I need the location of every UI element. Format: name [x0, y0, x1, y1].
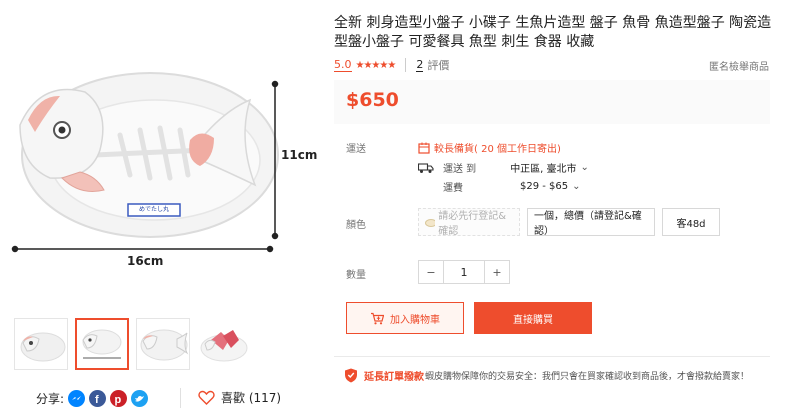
product-title: 全新 刺身造型小盤子 小碟子 生魚片造型 盤子 魚骨 魚造型盤子 陶瓷造型盤小盤… [334, 15, 772, 50]
share-label: 分享: [36, 391, 65, 406]
product-price: $650 [346, 89, 399, 111]
thumbnail-2[interactable] [75, 318, 129, 370]
buy-now-button[interactable]: 直接購買 [474, 302, 592, 334]
report-product-link[interactable]: 匿名檢舉商品 [709, 58, 769, 73]
thumbnail-4-image [200, 330, 248, 362]
main-product-image[interactable]: めでたし丸 16cm 11cm [0, 0, 318, 310]
review-count[interactable]: 2 [416, 58, 424, 72]
quantity-label: 數量 [346, 270, 366, 281]
messenger-glyph [72, 395, 82, 400]
rating-divider [405, 58, 407, 72]
cart-icon [371, 312, 384, 324]
guarantee-badge[interactable]: 延長訂單撥款 [344, 368, 424, 383]
messenger-icon[interactable] [68, 389, 86, 407]
variant-option-2[interactable]: 一個，總價（請登記&確認） [527, 208, 655, 237]
section-divider [334, 356, 770, 357]
ship-to-row: 運送 到 中正區, 臺北市 ⌄ [418, 160, 589, 175]
quantity-increase-button[interactable]: + [485, 261, 509, 283]
thumbnail-1-image [20, 332, 66, 362]
buy-now-label: 直接購買 [513, 314, 553, 326]
twitter-glyph [135, 395, 145, 402]
ship-to-label: 運送 到 [443, 164, 477, 175]
twitter-icon[interactable] [131, 389, 149, 407]
shipping-fee-label: 運費 [443, 183, 463, 194]
thumbnail-3-image [140, 329, 189, 361]
shipping-label: 運送 [346, 144, 366, 155]
facebook-icon[interactable]: f [89, 389, 107, 407]
plate-label-text: めでたし丸 [138, 206, 169, 213]
variant-option-3[interactable]: 客48d [662, 208, 720, 236]
quantity-input[interactable]: 1 [443, 261, 485, 283]
thumbnail-3[interactable] [136, 318, 190, 370]
shield-icon [345, 368, 357, 383]
ship-location-select[interactable]: 中正區, 臺北市 [510, 160, 576, 175]
like-count: 喜歡 (117) [221, 390, 282, 405]
like-button[interactable]: 喜歡 (117) [198, 387, 281, 407]
shipping-fee-value[interactable]: $29 - $65 [520, 181, 568, 192]
quantity-decrease-button[interactable]: − [419, 261, 443, 283]
pinterest-icon[interactable]: p [110, 389, 128, 407]
facebook-glyph: f [95, 394, 99, 406]
pinterest-glyph: p [115, 394, 122, 406]
dimension-width-label: 16cm [127, 254, 164, 268]
variant-option-2-label: 一個，總價（請登記&確認） [534, 211, 642, 237]
price-section: $650 [334, 80, 770, 124]
rating-row: 5.0 ★★★★★ 2 評價 匿名檢舉商品 [334, 57, 769, 73]
preorder-text: 較長備貨( 20 個工作日寄出) [434, 144, 561, 155]
review-label: 評價 [427, 59, 450, 72]
svg-text:f: f [95, 394, 99, 406]
variant-option-1-label: 請必先行登記&確認 [438, 211, 507, 237]
svg-text:p: p [115, 394, 122, 406]
chevron-down-icon[interactable]: ⌄ [581, 162, 589, 173]
share-like-divider [180, 388, 181, 408]
thumbnail-4[interactable] [197, 318, 251, 370]
variant-label: 顏色 [346, 220, 366, 231]
shipping-fee-row: 運費 $29 - $65 ⌄ [443, 179, 581, 194]
fee-chevron-down-icon[interactable]: ⌄ [572, 181, 580, 192]
guarantee-title: 延長訂單撥款 [364, 372, 424, 383]
thumbnail-2-image [82, 329, 122, 359]
truck-icon [418, 162, 434, 173]
thumbnail-strip [14, 318, 254, 372]
thumbnail-1[interactable] [14, 318, 68, 370]
heart-icon [198, 390, 215, 405]
variant-thumb-icon [425, 219, 436, 227]
rating-stars-icon: ★★★★★ [355, 59, 397, 71]
share-row: 分享: f p [36, 388, 149, 408]
quantity-stepper: − 1 + [418, 260, 510, 284]
add-to-cart-label: 加入購物車 [390, 314, 440, 326]
rating-value[interactable]: 5.0 [334, 58, 352, 72]
add-to-cart-button[interactable]: 加入購物車 [346, 302, 464, 334]
dimension-height-label: 11cm [281, 148, 318, 162]
guarantee-description: 蝦皮購物保障你的交易安全：我們只會在買家確認收到商品後，才會撥款給賣家！ [425, 372, 750, 382]
variant-option-1[interactable]: 請必先行登記&確認 [418, 208, 520, 237]
preorder-notice: 較長備貨( 20 個工作日寄出) [418, 140, 561, 155]
calendar-icon [418, 142, 430, 154]
variant-option-3-label: 客48d [676, 218, 706, 230]
